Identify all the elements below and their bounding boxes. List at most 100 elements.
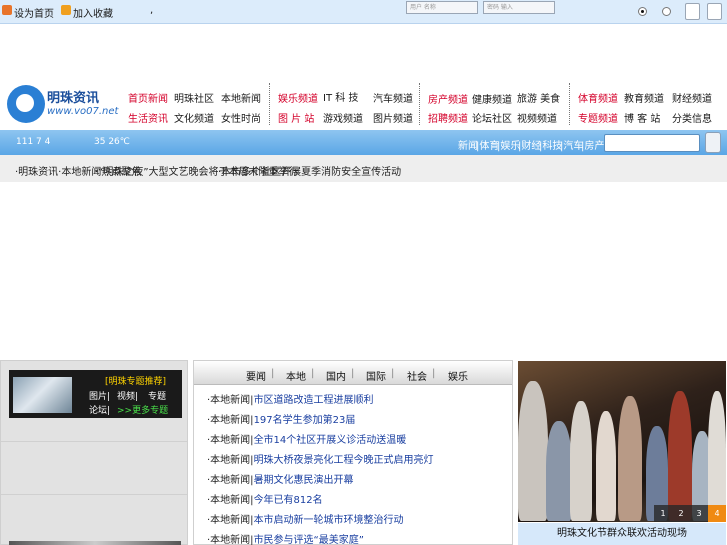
tab-domestic[interactable]: 国内 bbox=[326, 368, 346, 383]
photo-caption[interactable]: 明珠文化节群众联欢活动现场 bbox=[518, 523, 726, 545]
news-link[interactable]: 全市14个社区开展义诊活动送温暖 bbox=[254, 435, 407, 446]
pager-button-active[interactable]: 4 bbox=[708, 505, 726, 522]
nav-item[interactable]: 文化频道 bbox=[174, 110, 214, 125]
weather-text: 35 26℃ bbox=[94, 137, 130, 147]
home-icon bbox=[2, 5, 12, 15]
promo-link[interactable]: 论坛| bbox=[89, 403, 110, 416]
news-ticker: ·明珠资讯·本地新闻热点聚焦 ·“明珠之夜”大型文艺晚会将于本周末隆重举行 ·本… bbox=[0, 155, 727, 182]
promo-link[interactable]: 图片| bbox=[89, 389, 110, 402]
news-row[interactable]: ·本地新闻|197名学生参加第23届 bbox=[207, 411, 355, 426]
tab-entertainment[interactable]: 娱乐 bbox=[448, 368, 468, 383]
nav-item[interactable]: 生活资讯 bbox=[128, 110, 168, 125]
nav-divider bbox=[269, 83, 270, 125]
tab-local[interactable]: 本地 bbox=[286, 368, 306, 383]
news-link[interactable]: 市民参与评选“最美家庭” bbox=[254, 535, 364, 545]
nav-item[interactable]: IT 科 技 bbox=[323, 89, 358, 104]
nav-item[interactable]: 健康频道 bbox=[472, 91, 512, 106]
photo-figure bbox=[546, 421, 572, 521]
promo-link[interactable]: 专题 bbox=[148, 389, 166, 402]
nav-item[interactable]: 游戏频道 bbox=[323, 110, 363, 125]
username-input[interactable]: 用户 名称 bbox=[406, 1, 478, 14]
nav-item[interactable]: 房产频道 bbox=[428, 91, 468, 106]
news-row[interactable]: ·本地新闻|暑期文化惠民演出开幕 bbox=[207, 471, 354, 486]
banner-strip[interactable] bbox=[9, 541, 181, 545]
strip-category-link[interactable]: 新闻 bbox=[458, 137, 478, 152]
nav-item[interactable]: 财经频道 bbox=[672, 90, 712, 105]
news-tag: ·本地新闻| bbox=[207, 455, 254, 466]
nav-item[interactable]: 首页新闻 bbox=[128, 90, 168, 105]
nav-item[interactable]: 图片频道 bbox=[373, 110, 413, 125]
news-link[interactable]: 今年已有812名 bbox=[254, 495, 323, 506]
add-favorite-link[interactable]: 加入收藏 bbox=[73, 5, 113, 20]
nav-divider bbox=[419, 83, 420, 125]
nav-item[interactable]: 分类信息 bbox=[672, 110, 712, 125]
photo-figure bbox=[618, 396, 642, 521]
photo-figure bbox=[570, 401, 592, 521]
nav-item[interactable]: 教育频道 bbox=[624, 90, 664, 105]
nav-item[interactable]: 娱乐频道 bbox=[278, 90, 318, 105]
favorite-icon bbox=[61, 5, 71, 15]
nav-item[interactable]: 论坛社区 bbox=[472, 110, 512, 125]
password-input[interactable]: 密码 输入 bbox=[483, 1, 555, 14]
news-tabs: 要闻 | 本地 | 国内 | 国际 | 社会 | 娱乐 bbox=[194, 361, 512, 385]
strip-category-link[interactable]: |娱乐 bbox=[497, 137, 520, 152]
nav-item[interactable]: 明珠社区 bbox=[174, 90, 214, 105]
pager-button[interactable]: 1 bbox=[654, 505, 672, 522]
strip-category-link[interactable]: |财经 bbox=[518, 137, 541, 152]
news-link[interactable]: 暑期文化惠民演出开幕 bbox=[254, 475, 354, 486]
news-row[interactable]: ·本地新闻|全市14个社区开展义诊活动送温暖 bbox=[207, 431, 406, 446]
news-tag: ·本地新闻| bbox=[207, 435, 254, 446]
strip-category-link[interactable]: |科技 bbox=[539, 137, 562, 152]
slideshow-photo[interactable]: 1 2 3 4 bbox=[518, 361, 726, 522]
site-logo[interactable]: 明珠资讯 www.vo07.net bbox=[7, 84, 118, 124]
promo-title: [明珠专题推荐] bbox=[105, 377, 167, 387]
left-panel: [明珠专题推荐] 图片| 视频| 专题 论坛| >>更多专题 bbox=[0, 360, 188, 545]
set-homepage-link[interactable]: 设为首页 bbox=[14, 5, 54, 20]
nav-item[interactable]: 专题频道 bbox=[578, 110, 618, 125]
search-input[interactable] bbox=[604, 134, 700, 152]
strip-category-link[interactable]: |汽车 bbox=[560, 137, 583, 152]
strip-category-link[interactable]: |房产 bbox=[581, 137, 604, 152]
promo-more-link[interactable]: >>更多专题 bbox=[117, 403, 168, 416]
login-type-radio-1[interactable] bbox=[638, 7, 647, 16]
photo-panel: 1 2 3 4 明珠文化节群众联欢活动现场 bbox=[518, 361, 727, 545]
nav-item[interactable]: 本地新闻 bbox=[221, 90, 261, 105]
news-tag: ·本地新闻| bbox=[207, 495, 254, 506]
news-row[interactable]: ·本地新闻|市区道路改造工程进展顺利 bbox=[207, 391, 374, 406]
nav-item[interactable]: 旅游 美食 bbox=[517, 90, 560, 105]
tab-international[interactable]: 国际 bbox=[366, 368, 386, 383]
info-strip: 111 7 4 35 26℃ 新闻 |体育 |娱乐 |财经 |科技 |汽车 |房… bbox=[0, 130, 727, 155]
tab-separator: | bbox=[271, 368, 275, 379]
news-row[interactable]: ·本地新闻|今年已有812名 bbox=[207, 491, 323, 506]
logo-url: www.vo07.net bbox=[47, 106, 119, 117]
news-row[interactable]: ·本地新闻|市民参与评选“最美家庭” bbox=[207, 531, 364, 545]
news-link[interactable]: 本市启动新一轮城市环境整治行动 bbox=[254, 515, 404, 526]
nav-item[interactable]: 体育频道 bbox=[578, 90, 618, 105]
nav-item[interactable]: 招聘频道 bbox=[428, 110, 468, 125]
divider bbox=[1, 494, 187, 495]
tab-society[interactable]: 社会 bbox=[407, 368, 427, 383]
promo-thumbnail[interactable] bbox=[13, 377, 72, 413]
nav-item[interactable]: 博 客 站 bbox=[624, 110, 660, 125]
login-type-radio-2[interactable] bbox=[662, 7, 671, 16]
nav-item[interactable]: 视频频道 bbox=[517, 110, 557, 125]
promo-link[interactable]: 视频| bbox=[117, 389, 138, 402]
nav-item[interactable]: 女性时尚 bbox=[221, 110, 261, 125]
date-text: 111 7 4 bbox=[16, 137, 51, 147]
news-link[interactable]: 明珠大桥夜景亮化工程今晚正式启用亮灯 bbox=[254, 455, 434, 466]
pager-button[interactable]: 3 bbox=[690, 505, 708, 522]
news-row[interactable]: ·本地新闻|本市启动新一轮城市环境整治行动 bbox=[207, 511, 404, 526]
login-button[interactable] bbox=[685, 3, 700, 20]
tab-separator: | bbox=[351, 368, 355, 379]
pager-button[interactable]: 2 bbox=[672, 505, 690, 522]
search-button[interactable] bbox=[705, 132, 721, 153]
nav-item[interactable]: 汽车频道 bbox=[373, 90, 413, 105]
ticker-item[interactable]: ·本市多个社区开展夏季消防安全宣传活动 bbox=[218, 163, 401, 178]
news-link[interactable]: 市区道路改造工程进展顺利 bbox=[254, 395, 374, 406]
news-link[interactable]: 197名学生参加第23届 bbox=[254, 415, 356, 426]
tab-news[interactable]: 要闻 bbox=[246, 368, 266, 383]
register-button[interactable] bbox=[707, 3, 722, 20]
strip-category-link[interactable]: |体育 bbox=[476, 137, 499, 152]
news-row[interactable]: ·本地新闻|明珠大桥夜景亮化工程今晚正式启用亮灯 bbox=[207, 451, 434, 466]
nav-item[interactable]: 图 片 站 bbox=[278, 110, 314, 125]
